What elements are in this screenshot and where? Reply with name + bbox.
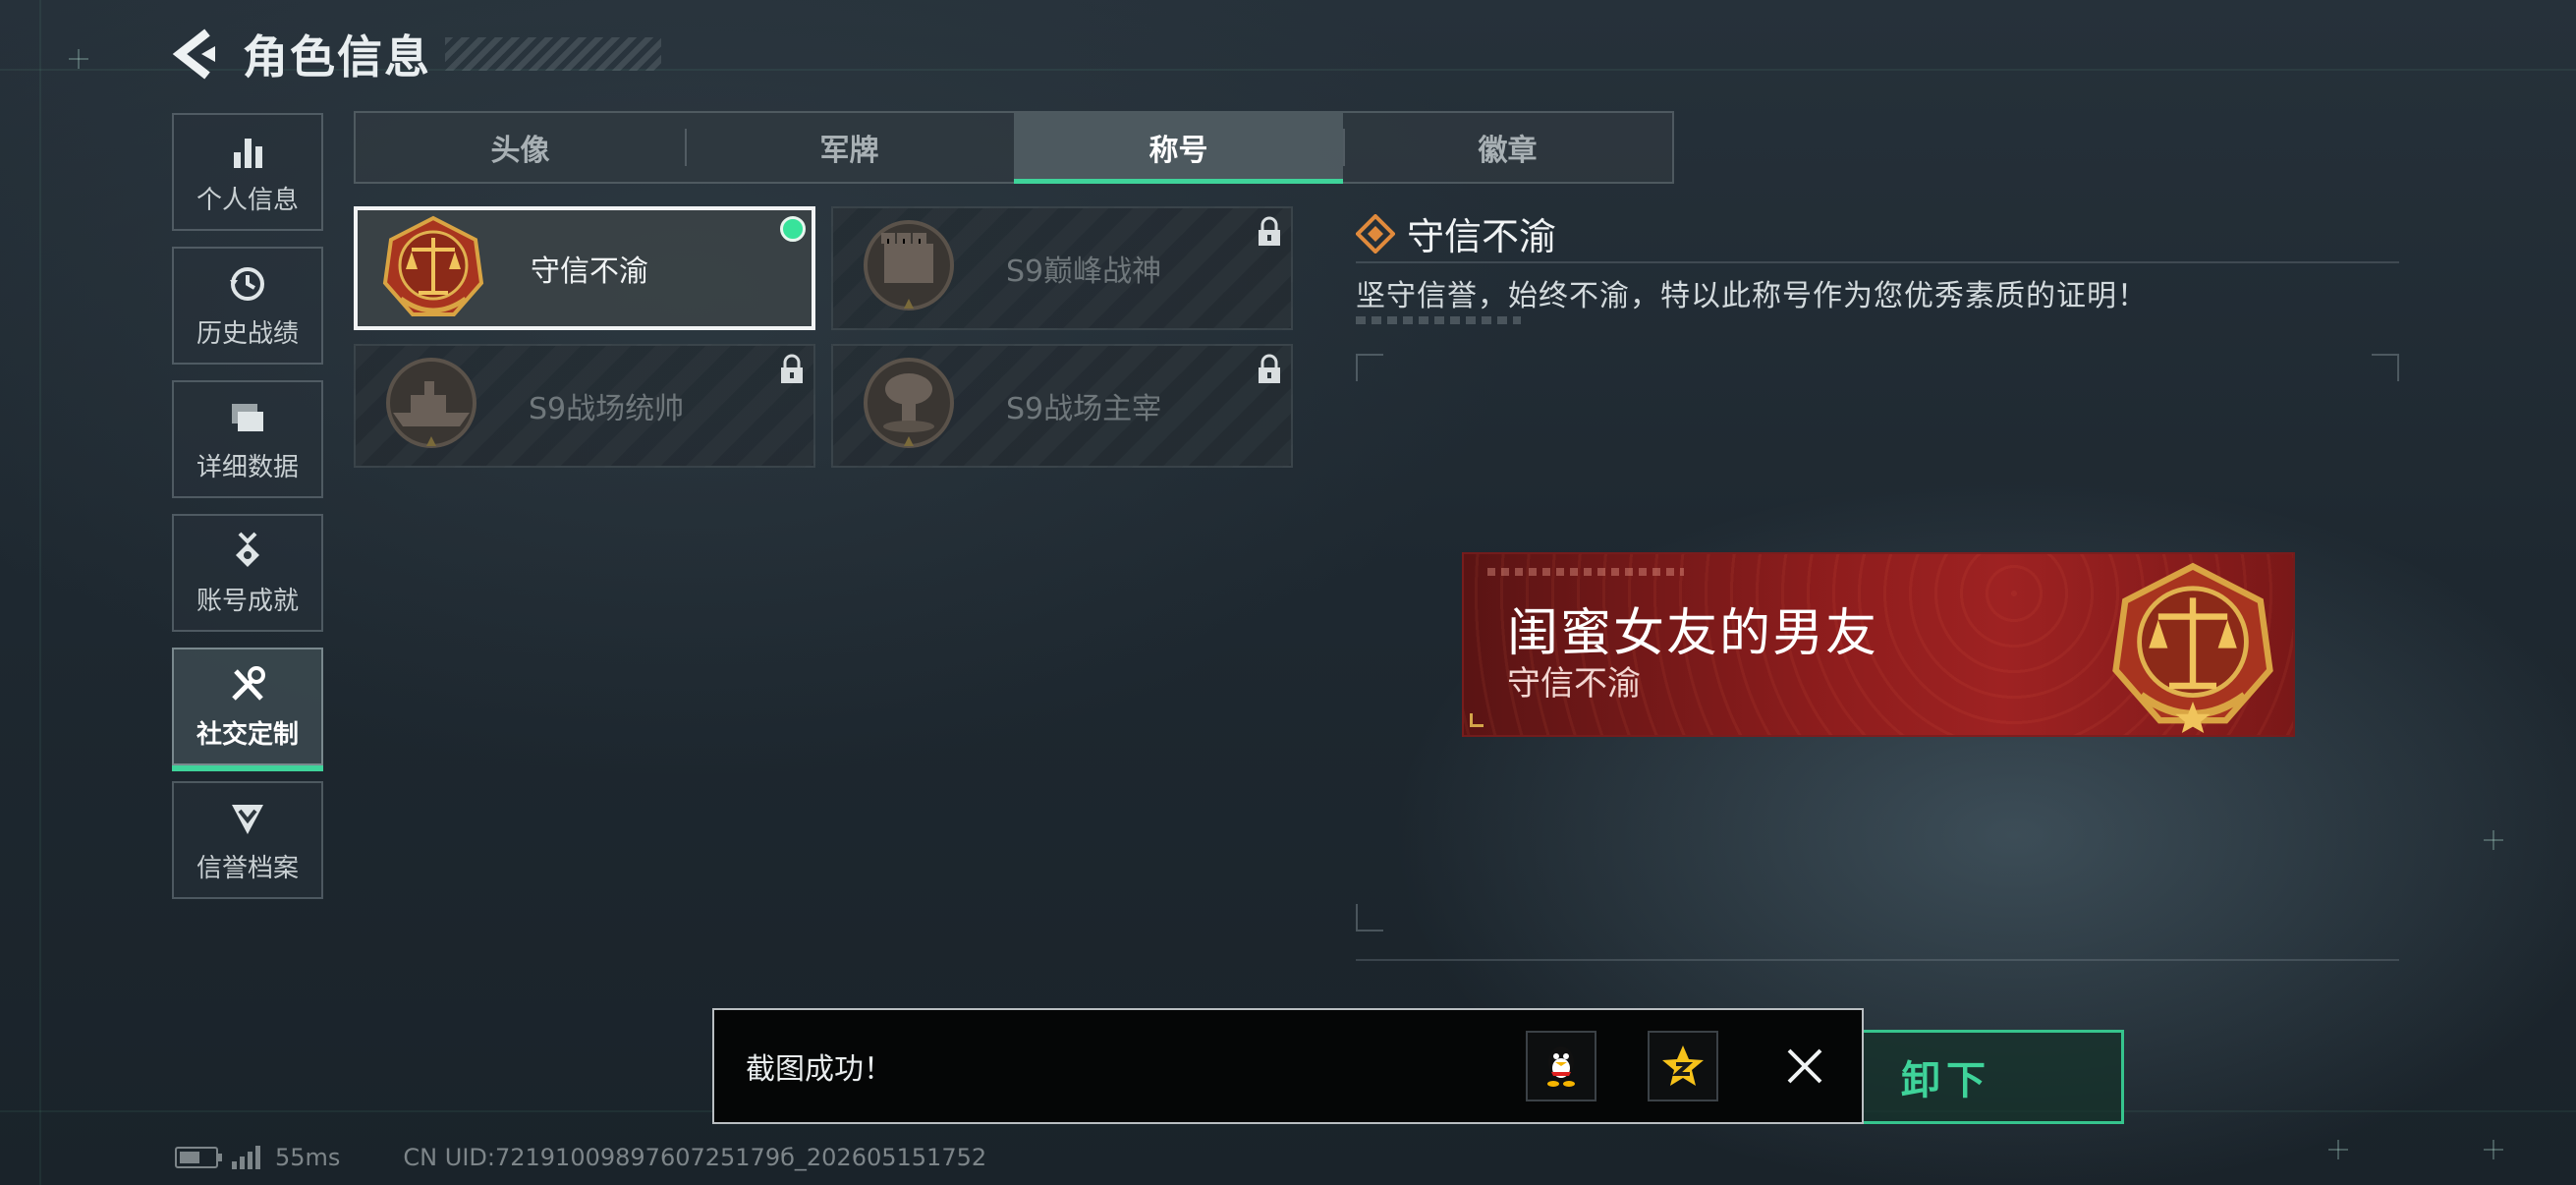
lock-icon: [1259, 216, 1280, 246]
sidebar-item-personal-info[interactable]: 个人信息: [172, 113, 323, 231]
sidebar: 个人信息 历史战绩 详细数据 账号成就 社交定制 信誉档案: [172, 113, 323, 915]
banner-decoration: [1487, 568, 1684, 576]
sidebar-item-social-custom[interactable]: 社交定制: [172, 648, 323, 771]
crosshair-marker: [2328, 1140, 2348, 1159]
lock-icon: [1259, 354, 1280, 383]
crosshair-marker: [2484, 830, 2503, 850]
title-card-label: 守信不渝: [531, 254, 648, 289]
title-card-label: S9战场主宰: [1006, 392, 1162, 426]
title-card-label: S9战场统帅: [529, 392, 685, 426]
frame-corner: [1356, 354, 1383, 381]
equipped-indicator: [780, 216, 806, 242]
title-card[interactable]: S9战场主宰: [831, 344, 1293, 468]
sidebar-item-label: 账号成就: [196, 586, 299, 616]
sidebar-item-achievements[interactable]: 账号成就: [172, 514, 323, 632]
battery-icon: [175, 1147, 222, 1168]
mushroom-cloud-emblem-icon: [864, 358, 954, 448]
crosshair-marker: [69, 49, 88, 69]
diamond-icon: [1356, 213, 1395, 254]
divider: [1356, 959, 2399, 961]
tab-avatar[interactable]: 头像: [356, 113, 685, 182]
sidebar-item-detailed-data[interactable]: 详细数据: [172, 380, 323, 498]
tab-badge[interactable]: 徽章: [1343, 113, 1672, 182]
banner-corner: [1470, 713, 1484, 727]
screenshot-toast: 截图成功！: [712, 1008, 1864, 1124]
sidebar-item-label: 详细数据: [196, 452, 299, 482]
title-card-label: S9巅峰战神: [1006, 254, 1162, 289]
title-decoration: [445, 37, 661, 71]
title-card[interactable]: 守信不渝: [354, 206, 815, 330]
status-footer: 55ms CN UID:7219100989760725179б_2026051…: [175, 1144, 986, 1171]
sidebar-item-label: 信誉档案: [196, 853, 299, 883]
sidebar-item-label: 社交定制: [196, 719, 299, 750]
wrench-tools-icon: [232, 665, 265, 701]
user-uid: CN UID:7219100989760725179б_202605151752: [403, 1144, 987, 1171]
title-card[interactable]: S9巅峰战神: [831, 206, 1293, 330]
unequip-button-label: 卸下: [1901, 1058, 1991, 1103]
title-preview-banner: 闺蜜女友的男友 守信不渝: [1462, 552, 2295, 737]
grid-line: [39, 0, 41, 1185]
shield-chevron-icon: [232, 804, 263, 834]
fortress-emblem-icon: [864, 220, 954, 310]
history-clock-icon: [230, 266, 264, 301]
tab-bar: 头像 军牌 称号 徽章: [354, 111, 1674, 184]
sidebar-item-credit[interactable]: 信誉档案: [172, 781, 323, 899]
folder-stack-icon: [232, 403, 263, 431]
frame-corner: [1356, 904, 1383, 931]
share-qzone-button[interactable]: [1648, 1031, 1718, 1101]
frame-corner: [2372, 354, 2399, 381]
close-icon[interactable]: [1775, 1037, 1834, 1096]
detail-decoration: [1356, 316, 1521, 324]
share-qq-button[interactable]: [1526, 1031, 1596, 1101]
divider: [1356, 261, 2399, 263]
tab-dog-tag[interactable]: 军牌: [685, 113, 1014, 182]
scales-emblem-icon: [382, 215, 484, 316]
qq-penguin-icon: [1547, 1046, 1575, 1087]
bar-chart-icon: [234, 138, 262, 168]
sidebar-item-label: 个人信息: [196, 185, 299, 215]
warship-emblem-icon: [386, 358, 476, 448]
page-header: 角色信息: [172, 22, 661, 86]
tab-title[interactable]: 称号: [1014, 113, 1343, 184]
back-arrow-icon[interactable]: [172, 27, 219, 82]
crosshair-marker: [2484, 1140, 2503, 1159]
page-title: 角色信息: [243, 30, 431, 84]
detail-header: 守信不渝: [1356, 206, 1556, 260]
sidebar-item-history[interactable]: 历史战绩: [172, 247, 323, 365]
preview-title: 守信不渝: [1507, 664, 1641, 704]
toast-message: 截图成功！: [746, 1052, 893, 1087]
detail-title: 守信不渝: [1407, 215, 1557, 258]
sidebar-item-label: 历史战绩: [196, 318, 299, 349]
ping-value: 55ms: [275, 1144, 341, 1171]
preview-player-name: 闺蜜女友的男友: [1507, 604, 1879, 663]
scales-emblem-icon: [2112, 562, 2273, 733]
detail-description: 坚守信誉，始终不渝，特以此称号作为您优秀素质的证明！: [1356, 279, 2148, 313]
medal-icon: [236, 532, 259, 567]
signal-icon: [232, 1146, 263, 1169]
lock-icon: [781, 354, 803, 383]
title-card[interactable]: S9战场统帅: [354, 344, 815, 468]
qzone-star-icon: [1662, 1045, 1704, 1086]
